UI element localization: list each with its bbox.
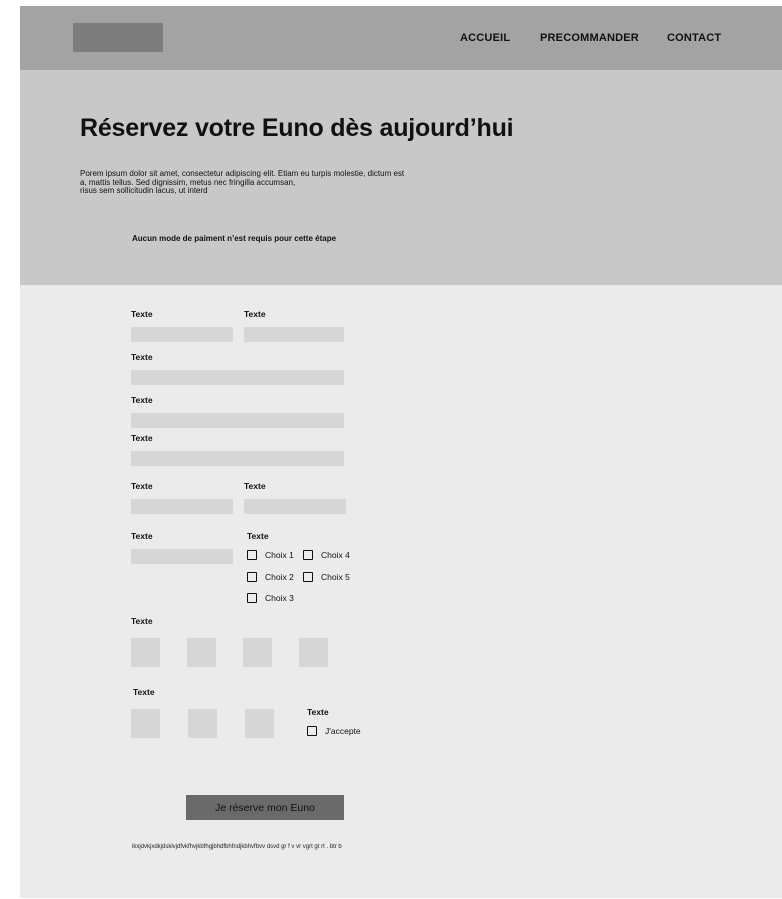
text-field[interactable]	[131, 499, 233, 514]
nav-precommander[interactable]: PRECOMMANDER	[540, 32, 639, 44]
field-label: Texte	[244, 309, 266, 319]
code-box[interactable]	[245, 709, 274, 738]
checkbox-option[interactable]: Choix 4	[303, 550, 350, 560]
field-label: Texte	[131, 531, 153, 541]
nav-contact[interactable]: CONTACT	[667, 32, 721, 44]
payment-note: Aucun mode de paiment n’est requis pour …	[132, 234, 337, 243]
accept-checkbox[interactable]	[307, 726, 317, 736]
hero-description-line: risus sem sollicitudin lacus, ut interd	[80, 186, 208, 195]
text-field[interactable]	[244, 499, 346, 514]
text-field[interactable]	[244, 327, 344, 342]
text-field[interactable]	[131, 413, 344, 428]
code-box[interactable]	[131, 709, 160, 738]
checkbox[interactable]	[247, 593, 257, 603]
footnote-text: ikxjdvkjxdkjdsklvjdfvkfhvjkbfhgjbhdfbhfn…	[132, 844, 342, 850]
field-label: Texte	[307, 707, 329, 717]
code-box[interactable]	[187, 638, 216, 667]
field-label: Texte	[133, 687, 155, 697]
text-field[interactable]	[131, 370, 344, 385]
checkbox[interactable]	[247, 572, 257, 582]
checkbox-label: Choix 2	[265, 572, 294, 582]
page-frame: ACCUEIL PRECOMMANDER CONTACT Réservez vo…	[20, 6, 782, 898]
checkbox[interactable]	[303, 572, 313, 582]
nav-accueil[interactable]: ACCUEIL	[460, 32, 510, 44]
text-field[interactable]	[131, 451, 344, 466]
header-bar: ACCUEIL PRECOMMANDER CONTACT	[20, 6, 782, 70]
logo-placeholder[interactable]	[73, 23, 163, 52]
field-label: Texte	[131, 352, 153, 362]
field-label: Texte	[131, 395, 153, 405]
hero-description: Porem ipsum dolor sit amet, consectetur …	[80, 169, 460, 196]
checkbox-label: Choix 5	[321, 572, 350, 582]
code-box[interactable]	[243, 638, 272, 667]
code-box[interactable]	[299, 638, 328, 667]
code-box[interactable]	[188, 709, 217, 738]
page-title: Réservez votre Euno dès aujourd’hui	[80, 114, 514, 142]
accept-label: J'accepte	[325, 726, 361, 736]
field-label: Texte	[131, 481, 153, 491]
text-field[interactable]	[131, 549, 233, 564]
checkbox-option[interactable]: Choix 5	[303, 572, 350, 582]
text-field[interactable]	[131, 327, 233, 342]
field-label: Texte	[131, 433, 153, 443]
checkbox-label: Choix 3	[265, 593, 294, 603]
field-label: Texte	[131, 616, 153, 626]
checkbox-option[interactable]: Choix 1	[247, 550, 294, 560]
field-label: Texte	[244, 481, 266, 491]
checkbox[interactable]	[303, 550, 313, 560]
code-box[interactable]	[131, 638, 160, 667]
field-label: Texte	[247, 531, 269, 541]
field-label: Texte	[131, 309, 153, 319]
hero-section: Réservez votre Euno dès aujourd’hui Pore…	[20, 70, 782, 285]
checkbox[interactable]	[247, 550, 257, 560]
checkbox-option[interactable]: Choix 3	[247, 593, 294, 603]
checkbox-label: Choix 1	[265, 550, 294, 560]
checkbox-option[interactable]: Choix 2	[247, 572, 294, 582]
checkbox-label: Choix 4	[321, 550, 350, 560]
accept-option[interactable]: J'accepte	[307, 726, 361, 736]
reserve-button[interactable]: Je réserve mon Euno	[186, 795, 344, 820]
